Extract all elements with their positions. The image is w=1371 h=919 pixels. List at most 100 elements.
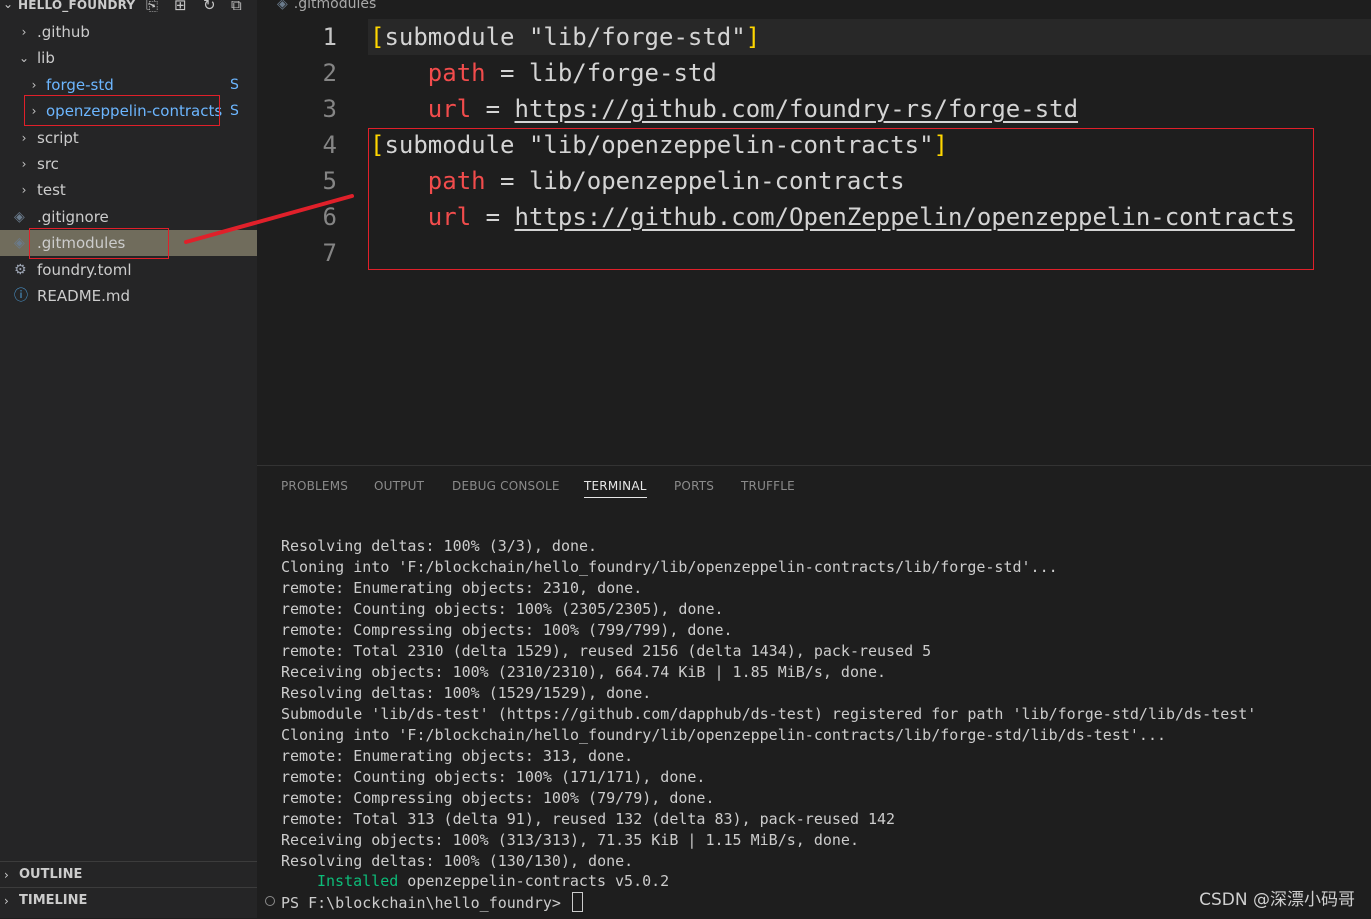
outline-label: OUTLINE bbox=[19, 867, 83, 882]
tree-item-github[interactable]: › .github bbox=[0, 19, 257, 45]
code-line[interactable]: 2 path = lib/forge-std bbox=[257, 55, 1371, 91]
section-header: submodule "lib/openzeppelin-contracts" bbox=[384, 131, 934, 159]
code-text: [submodule "lib/forge-std"] bbox=[370, 19, 760, 55]
line-number: 4 bbox=[322, 131, 337, 159]
tree-item-label: .github bbox=[37, 23, 90, 41]
bracket-open: [ bbox=[370, 131, 385, 159]
config-key: path bbox=[427, 59, 486, 87]
code-line[interactable]: 6 url = https://github.com/OpenZeppelin/… bbox=[257, 199, 1371, 235]
chevron-down-icon[interactable]: ⌄ bbox=[3, 0, 13, 11]
git-status-badge: S bbox=[230, 103, 239, 120]
code-line[interactable]: 5 path = lib/openzeppelin-contracts bbox=[257, 163, 1371, 199]
code-text: path = lib/forge-std bbox=[370, 55, 717, 91]
tab-truffle[interactable]: TRUFFLE bbox=[741, 479, 795, 493]
new-folder-icon[interactable]: ⊞ bbox=[174, 0, 187, 14]
terminal-line: Receiving objects: 100% (2310/2310), 664… bbox=[281, 663, 887, 681]
tab-terminal[interactable]: TERMINAL bbox=[584, 479, 647, 498]
config-value: lib/forge-std bbox=[528, 59, 717, 87]
git-status-badge: S bbox=[230, 76, 239, 93]
code-line[interactable]: 3 url = https://github.com/foundry-rs/fo… bbox=[257, 91, 1371, 127]
tree-item-label: lib bbox=[37, 49, 55, 68]
tree-item-label: openzeppelin-contracts bbox=[46, 102, 223, 121]
code-text: path = lib/openzeppelin-contracts bbox=[370, 163, 905, 199]
installed-line: Installed openzeppelin-contracts v5.0.2 bbox=[281, 872, 669, 890]
tree-item-label: script bbox=[37, 128, 79, 147]
tab-debug-console[interactable]: DEBUG CONSOLE bbox=[452, 479, 560, 493]
equals-sign: = bbox=[471, 95, 515, 123]
tree-item-gitmodules[interactable]: ◈ .gitmodules bbox=[0, 230, 257, 257]
installed-word: Installed bbox=[317, 872, 399, 890]
breadcrumb-file[interactable]: .gitmodules bbox=[294, 0, 376, 12]
chevron-right-icon: › bbox=[4, 894, 9, 908]
bottom-panel: PROBLEMS OUTPUT DEBUG CONSOLE TERMINAL PORTS… bbox=[257, 465, 1371, 919]
tree-item-label: README.md bbox=[37, 287, 131, 305]
terminal-prompt[interactable]: PS F:\blockchain\hello_foundry> bbox=[281, 892, 583, 912]
info-icon: ⓘ bbox=[14, 288, 28, 304]
breadcrumb[interactable]: ◈ .gitmodules bbox=[277, 0, 376, 12]
git-file-icon: ◈ bbox=[277, 0, 288, 12]
prompt-status-icon bbox=[265, 896, 275, 906]
timeline-label: TIMELINE bbox=[19, 893, 88, 908]
watermark: CSDN @深漂小码哥 bbox=[1199, 890, 1355, 910]
chevron-right-icon[interactable]: › bbox=[18, 19, 30, 45]
collapse-all-icon[interactable]: ⧉ bbox=[231, 0, 242, 14]
explorer-header[interactable]: ⌄ HELLO_FOUNDRY ⎘ ⊞ ↻ ⧉ bbox=[0, 0, 257, 14]
equals-sign: = bbox=[485, 59, 529, 87]
bracket-close: ] bbox=[933, 131, 948, 159]
tree-item-forge-std[interactable]: › forge-std S bbox=[0, 72, 257, 98]
timeline-section[interactable]: › TIMELINE bbox=[0, 887, 257, 914]
tree-item-lib[interactable]: ⌄ lib bbox=[0, 45, 257, 71]
gear-icon: ⚙ bbox=[14, 261, 27, 278]
chevron-right-icon[interactable]: › bbox=[18, 151, 30, 177]
tree-item-readme-md[interactable]: ⓘ README.md bbox=[0, 283, 257, 309]
terminal-line: remote: Enumerating objects: 313, done. bbox=[281, 747, 634, 765]
terminal-line: remote: Compressing objects: 100% (79/79… bbox=[281, 789, 715, 807]
tree-item-test[interactable]: › test bbox=[0, 177, 257, 203]
terminal-output[interactable]: Resolving deltas: 100% (3/3), done. Cloni… bbox=[281, 536, 1361, 872]
tree-item-label: .gitignore bbox=[37, 207, 109, 226]
git-file-icon: ◈ bbox=[14, 235, 25, 252]
tree-item-label: foundry.toml bbox=[37, 260, 132, 279]
tree-item-foundry-toml[interactable]: ⚙ foundry.toml bbox=[0, 257, 257, 283]
url-link[interactable]: https://github.com/foundry-rs/forge-std bbox=[515, 95, 1079, 123]
chevron-right-icon[interactable]: › bbox=[28, 98, 40, 124]
outline-section[interactable]: › OUTLINE bbox=[0, 861, 257, 888]
line-number: 2 bbox=[322, 59, 337, 87]
chevron-down-icon[interactable]: ⌄ bbox=[18, 45, 30, 71]
new-file-icon[interactable]: ⎘ bbox=[146, 0, 158, 14]
terminal-line: Resolving deltas: 100% (130/130), done. bbox=[281, 852, 634, 870]
tab-problems[interactable]: PROBLEMS bbox=[281, 479, 348, 493]
equals-sign: = bbox=[471, 203, 515, 231]
terminal-line: remote: Total 2310 (delta 1529), reused … bbox=[281, 642, 932, 660]
terminal-line: Submodule 'lib/ds-test' (https://github.… bbox=[281, 705, 1257, 723]
chevron-right-icon[interactable]: › bbox=[18, 125, 30, 151]
tree-item-script[interactable]: › script bbox=[0, 125, 257, 151]
tree-item-openzeppelin-contracts[interactable]: › openzeppelin-contracts S bbox=[0, 98, 257, 124]
tree-item-src[interactable]: › src bbox=[0, 151, 257, 177]
section-header: submodule "lib/forge-std" bbox=[384, 23, 746, 51]
terminal-line: Cloning into 'F:/blockchain/hello_foundr… bbox=[281, 558, 1058, 576]
terminal-line: remote: Total 313 (delta 91), reused 132… bbox=[281, 810, 896, 828]
chevron-right-icon[interactable]: › bbox=[18, 177, 30, 203]
code-line[interactable]: 7 bbox=[257, 235, 1371, 271]
tree-item-label: test bbox=[37, 181, 66, 200]
tab-ports[interactable]: PORTS bbox=[674, 479, 714, 493]
editor-area[interactable]: ◈ .gitmodules 1 [submodule "lib/forge-std"… bbox=[257, 0, 1371, 465]
chevron-right-icon[interactable]: › bbox=[28, 72, 40, 98]
code-line[interactable]: 4 [submodule "lib/openzeppelin-contracts"… bbox=[257, 127, 1371, 163]
tab-output[interactable]: OUTPUT bbox=[374, 479, 424, 493]
terminal-line: remote: Counting objects: 100% (2305/230… bbox=[281, 600, 724, 618]
terminal-line: Resolving deltas: 100% (3/3), done. bbox=[281, 537, 598, 555]
config-key: url bbox=[427, 95, 472, 123]
line-number: 1 bbox=[322, 23, 337, 51]
line-number: 5 bbox=[322, 167, 337, 195]
tree-item-gitignore[interactable]: ◈ .gitignore bbox=[0, 204, 257, 230]
url-link[interactable]: https://github.com/OpenZeppelin/openzepp… bbox=[515, 203, 1295, 231]
tree-item-label: .gitmodules bbox=[37, 234, 126, 253]
terminal-line: Cloning into 'F:/blockchain/hello_foundr… bbox=[281, 726, 1167, 744]
code-line[interactable]: 1 [submodule "lib/forge-std"] bbox=[257, 19, 1371, 55]
line-number: 3 bbox=[322, 95, 337, 123]
terminal-line: remote: Counting objects: 100% (171/171)… bbox=[281, 768, 706, 786]
bracket-close: ] bbox=[745, 23, 761, 51]
refresh-icon[interactable]: ↻ bbox=[203, 0, 216, 14]
